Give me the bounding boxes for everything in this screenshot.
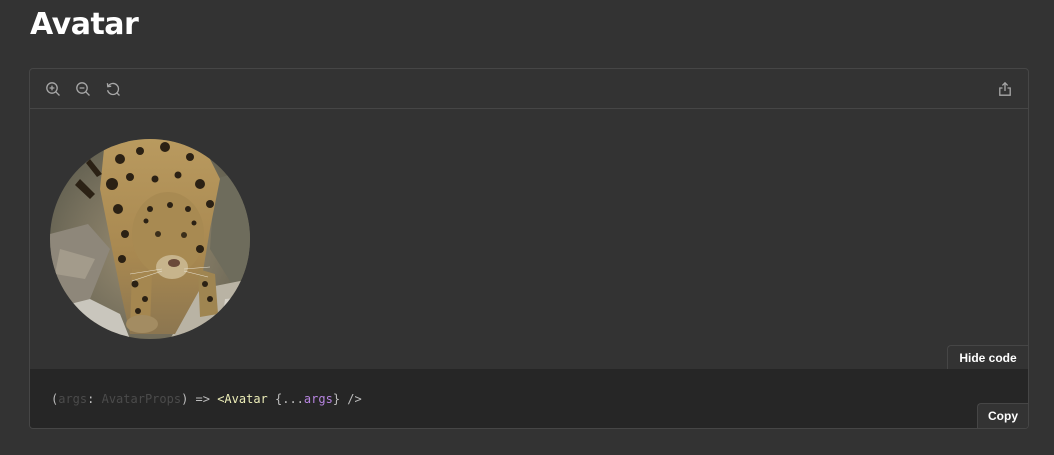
code-token-param: args xyxy=(58,392,88,406)
reset-zoom-icon[interactable] xyxy=(105,81,121,97)
avatar xyxy=(50,139,250,339)
jaguar-image xyxy=(50,139,250,339)
share-icon[interactable] xyxy=(997,81,1013,97)
code-token-brace-close: } /> xyxy=(332,392,362,406)
code-token-spread: args xyxy=(303,392,333,406)
story-canvas xyxy=(30,109,1028,369)
code-token-tag: <Avatar xyxy=(217,392,268,406)
code-token-arrow: ) => xyxy=(181,392,218,406)
hide-code-button[interactable]: Hide code xyxy=(947,345,1028,369)
copy-button[interactable]: Copy xyxy=(977,403,1028,428)
code-snippet: (args: AvatarProps) => <Avatar {...args}… xyxy=(51,391,362,407)
code-block: (args: AvatarProps) => <Avatar {...args}… xyxy=(30,369,1028,428)
preview-toolbar xyxy=(30,69,1028,109)
code-token-type: AvatarProps xyxy=(101,392,182,406)
code-token-colon: : xyxy=(87,392,102,406)
story-preview: Hide code (args: AvatarProps) => <Avatar… xyxy=(29,68,1029,429)
zoom-in-icon[interactable] xyxy=(45,81,61,97)
code-token-brace-open: {... xyxy=(267,392,304,406)
page-title: Avatar xyxy=(30,7,139,42)
zoom-out-icon[interactable] xyxy=(75,81,91,97)
